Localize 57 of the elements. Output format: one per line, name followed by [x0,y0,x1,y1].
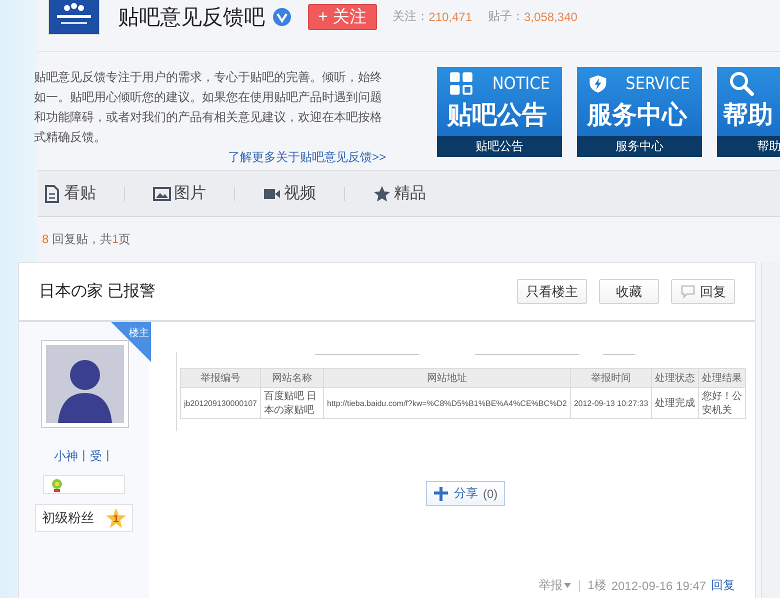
table-cell: 处理完成 [652,388,699,418]
tab[interactable]: 看贴 [43,183,96,204]
tab[interactable]: 视频 [263,183,316,204]
banner-caption: 贴吧公告 [437,136,562,157]
banner-caption: 服务中心 [577,136,702,157]
table-cell: http://tieba.baidu.com/f?kw=%C8%D5%B1%BE%A4%CE%BC%D2 [323,388,570,418]
banner-tile[interactable]: 帮助 帮助 [717,67,780,157]
share-button[interactable]: 分享 (0) [426,481,505,506]
rank-badge: 1 [106,508,126,528]
reply-summary: 8 回复贴，共1页 [42,231,131,248]
reply-link[interactable]: 回复 [711,577,736,594]
table-header: 网站地址 [323,368,570,388]
banner-label: NOTICE [492,74,550,94]
document-icon [43,184,61,202]
thread-button[interactable]: 只看楼主 [517,279,588,304]
banner-tile[interactable]: SERVICE 服务中心 服务中心 [577,67,702,157]
banner-tile[interactable]: NOTICE 贴吧公告 贴吧公告 [437,67,562,157]
floor-number: 1楼 [588,577,606,594]
forum-description: 贴吧意见反馈专注于用户的需求，专心于贴吧的完善。倾听，始终如一。贴吧用心倾听您的建议。如果您在使用贴吧产品时遇到问题和功能障碍，或者对我们的产品有相关意见建议，欢迎在本吧按格式精确反馈。 [34,69,383,146]
banner-title: 服务中心 [586,100,688,131]
tab[interactable]: 精品 [373,183,426,204]
grid-icon [449,70,474,96]
fan-level: 初级粉丝 [42,509,94,527]
author-name[interactable]: 小神丨受丨 [54,448,114,465]
table-header: 处理状态 [652,368,699,388]
banner-caption: 帮助 [717,136,780,157]
table-cell: 2012-09-13 10:27:33 [570,388,652,418]
banner-label: SERVICE [626,74,690,94]
table-header: 网站名称 [260,368,324,388]
table-header: 举报编号 [180,368,260,388]
plus-icon [433,486,449,502]
stat-label: 关注： [392,8,429,25]
reply-button[interactable]: 回复 [671,279,736,304]
avatar-icon [46,345,124,423]
table-cell: jb201209130000107 [180,388,260,418]
banner-title: 贴吧公告 [446,100,548,131]
thread-title: 日本の家 已报警 [39,282,156,302]
medal-icon [50,478,64,492]
star-icon [373,184,391,202]
tab[interactable]: 图片 [153,183,206,204]
table-cell: 百度贴吧 日本の家贴吧 [260,388,324,418]
table-cell: 您好！公安机关 [698,388,746,418]
comment-icon [680,284,696,298]
forum-name: 贴吧意见反馈吧 [118,4,265,30]
table-header: 举报时间 [570,368,652,388]
image-icon [153,184,171,202]
avatar[interactable] [41,340,129,428]
banner-title: 帮助 [722,100,774,131]
stat-value: 210,471 [428,10,472,24]
more-link[interactable]: 了解更多关于贴吧意见反馈>> [228,149,386,166]
caret-icon [564,583,571,588]
stat-label: 贴子： [488,8,524,25]
table-header: 处理结果 [698,368,746,388]
search-icon [729,70,755,96]
post-time: 2012-09-16 19:47 [611,578,706,592]
stat-value: 3,058,340 [524,10,578,24]
thread-button[interactable]: 收藏 [599,279,660,304]
